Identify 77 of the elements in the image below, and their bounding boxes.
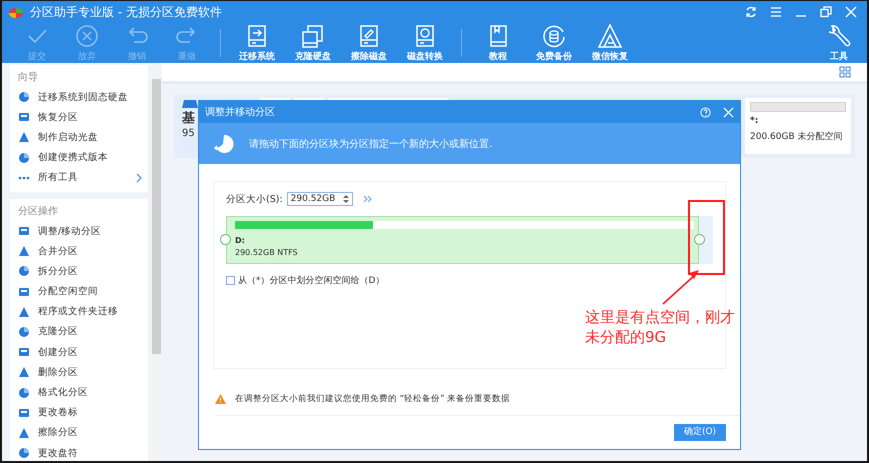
- resize-handle[interactable]: [220, 234, 231, 245]
- partition-icon: [18, 131, 30, 144]
- window-title: 分区助手专业版 - 无损分区免费软件: [30, 4, 222, 20]
- field-label: 分区大小(S):: [226, 192, 283, 206]
- drive-label: *:: [750, 116, 760, 126]
- sidebar-item[interactable]: 迁移系统到固态硬盘: [18, 87, 148, 108]
- partition-icon: [18, 265, 30, 278]
- toolbar-button[interactable]: 克隆硬盘: [287, 23, 339, 63]
- section-title: 分区操作: [18, 204, 59, 219]
- instruction-text: 请拖动下面的分区块为分区指定一个新的大小或新位置.: [249, 138, 492, 150]
- partition-info: 290.52GB NTFS: [235, 248, 299, 257]
- scrollbar[interactable]: [151, 65, 162, 461]
- toolbar-button[interactable]: 免费备份: [528, 23, 580, 63]
- toolbar-button[interactable]: 擦除磁盘: [343, 23, 395, 63]
- refresh-icon[interactable]: [745, 6, 757, 18]
- partition-icon: [18, 245, 30, 258]
- toolbar-button[interactable]: 磁盘转换: [399, 23, 451, 63]
- partition-icon: [18, 306, 30, 318]
- chevron-right-icon: [136, 172, 142, 183]
- partition-info: 200.60GB 未分配空间: [750, 130, 844, 143]
- sidebar-item[interactable]: 调整/移动分区: [18, 220, 148, 242]
- toolbar-button[interactable]: 工具: [813, 23, 865, 63]
- spinner-icon: [342, 194, 349, 204]
- sidebar-item[interactable]: 擦除分区: [18, 422, 148, 443]
- sidebar-item[interactable]: 分配空闲空间: [18, 282, 148, 302]
- annotation-arrow: [662, 269, 700, 305]
- close-icon[interactable]: [723, 106, 734, 118]
- sidebar-item[interactable]: 拆分分区: [18, 261, 148, 282]
- double-chevron-icon[interactable]: [362, 195, 372, 203]
- toolbar-button[interactable]: 迁移系统: [231, 23, 283, 63]
- restore-icon[interactable]: [820, 6, 832, 18]
- annotation-text: 这里是有点空间，刚才未分配的9G: [585, 307, 736, 347]
- partition-icon: [18, 326, 30, 338]
- partition-icon: [18, 91, 30, 104]
- partition-tile[interactable]: *: 200.60GB 未分配空间: [745, 98, 851, 154]
- partition-icon: [18, 286, 30, 298]
- partition-icon: [18, 346, 30, 358]
- sidebar-item[interactable]: 更改盘符: [18, 443, 148, 461]
- close-icon[interactable]: [845, 6, 857, 18]
- disk-size: 95: [182, 128, 195, 139]
- partition-icon: [18, 406, 30, 419]
- sidebar-item[interactable]: 创建分区: [18, 342, 148, 362]
- partition-icon: [18, 366, 30, 378]
- warning-icon: [215, 394, 226, 404]
- sidebar-item[interactable]: 克隆分区: [18, 322, 148, 342]
- sidebar-item[interactable]: 程序或文件夹迁移: [18, 302, 148, 322]
- sidebar-item[interactable]: 创建便携式版本: [18, 148, 148, 168]
- sidebar-item[interactable]: 恢复分区: [18, 107, 148, 128]
- sidebar-item[interactable]: 所有工具: [18, 168, 148, 188]
- disk-label: 基: [182, 110, 195, 127]
- sidebar-item[interactable]: 格式化分区: [18, 382, 148, 403]
- drive-label: D:: [235, 236, 246, 245]
- toolbar-button[interactable]: 微信恢复: [584, 23, 636, 63]
- partition-icon: [18, 386, 30, 399]
- partition-icon: [18, 152, 30, 164]
- partition-icon: [18, 225, 30, 238]
- partition-icon: [18, 447, 30, 460]
- size-input[interactable]: 290.52GB: [286, 192, 353, 206]
- sidebar-item[interactable]: 制作启动光盘: [18, 127, 148, 148]
- app-logo-icon: [8, 5, 24, 19]
- sidebar-item[interactable]: 更改卷标: [18, 402, 148, 423]
- dialog-title: 调整并移动分区: [205, 106, 275, 119]
- triangle-icon: [595, 23, 625, 49]
- partition-icon: [18, 426, 30, 439]
- warning-text: 在调整分区大小前我们建议您使用免费的 “轻松备份” 来备份重要数据: [235, 393, 510, 405]
- help-icon[interactable]: [700, 106, 711, 118]
- toolbar-button[interactable]: 教程: [472, 23, 524, 63]
- free-space: [699, 216, 713, 264]
- sidebar-item[interactable]: 删除分区: [18, 362, 148, 382]
- partition-block[interactable]: D: 290.52GB NTFS: [226, 216, 700, 264]
- view-toggle-icon[interactable]: [839, 66, 851, 78]
- resize-partition-icon: [213, 132, 235, 154]
- section-title: 向导: [18, 71, 39, 85]
- sidebar-item[interactable]: 合并分区: [18, 241, 148, 262]
- split-space-checkbox[interactable]: 从（*）分区中划分空闲空间给（D）: [226, 274, 713, 287]
- menu-icon[interactable]: [770, 6, 782, 18]
- partition-icon: [18, 111, 30, 124]
